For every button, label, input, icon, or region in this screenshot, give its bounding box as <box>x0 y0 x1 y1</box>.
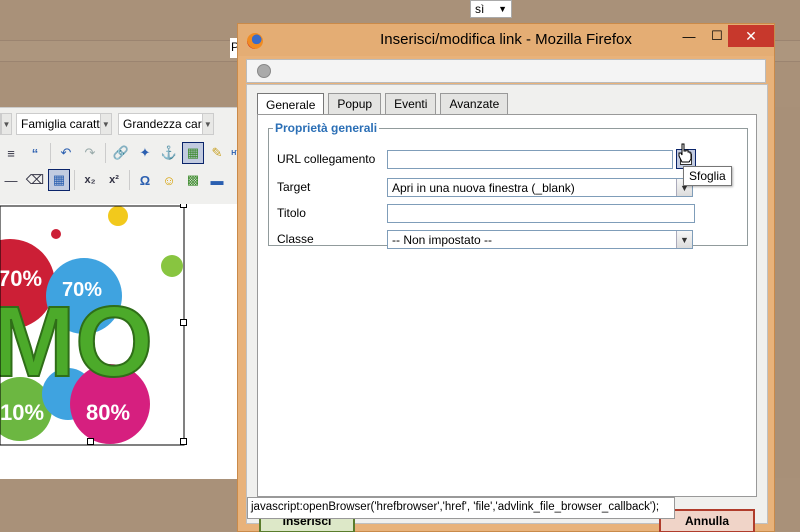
tab-bar: Generale Popup Eventi Avanzate <box>257 93 509 115</box>
class-label: Classe <box>277 232 314 246</box>
target-select-value: Apri in una nuova finestra (_blank) <box>392 180 575 195</box>
target-select[interactable]: Apri in una nuova finestra (_blank) ▼ <box>387 178 693 197</box>
minimize-button[interactable]: — <box>675 25 703 47</box>
cleanup-icon[interactable]: ✎ <box>206 142 228 164</box>
redo-icon[interactable]: ↷ <box>79 142 101 164</box>
tab-avanzate[interactable]: Avanzate <box>440 93 509 114</box>
firefox-icon <box>247 33 263 49</box>
toolbar-separator <box>50 143 51 163</box>
resize-handle[interactable] <box>87 438 94 445</box>
rich-text-editor: ▼ Famiglia caratt ▼ Grandezza car ▼ ≡ “ … <box>0 107 251 479</box>
anchor-icon[interactable]: ⚓ <box>158 142 180 164</box>
link-icon[interactable]: 🔗 <box>110 142 132 164</box>
general-properties-fieldset: Proprietà generali URL collegamento Targ… <box>268 121 748 249</box>
block-format-select[interactable]: ▼ <box>0 113 12 135</box>
font-family-label: Famiglia caratt <box>21 117 100 131</box>
font-size-select[interactable]: Grandezza car ▼ <box>118 113 214 135</box>
toolbar-separator <box>129 170 130 190</box>
emoticon-icon[interactable]: ☺ <box>158 169 180 191</box>
undo-icon[interactable]: ↶ <box>55 142 77 164</box>
general-properties-legend: Proprietà generali <box>275 121 378 135</box>
horizontal-rule-icon[interactable]: — <box>0 169 22 191</box>
target-label: Target <box>277 180 311 194</box>
editor-content-area[interactable]: 70% 70% MO 10% 80% <box>0 204 238 479</box>
window-title: Inserisci/modifica link - Mozilla Firefo… <box>380 31 632 48</box>
url-label: URL collegamento <box>277 152 376 166</box>
url-input[interactable] <box>387 150 673 169</box>
editor-toolbar-row-3: — ⌫ ▦ x₂ x² Ω ☺ ▩ ▬ <box>0 167 228 193</box>
chevron-down-icon: ▼ <box>498 4 507 14</box>
font-size-label: Grandezza car <box>123 117 202 131</box>
align-icon[interactable]: ≡ <box>0 142 22 164</box>
status-bar: javascript:openBrowser('hrefbrowser','hr… <box>247 497 675 519</box>
chevron-down-icon: ▼ <box>676 231 692 248</box>
title-input[interactable] <box>387 204 695 223</box>
tab-eventi[interactable]: Eventi <box>385 93 437 114</box>
resize-handle[interactable] <box>180 319 187 326</box>
editor-toolbar-row-2: ≡ “ ↶ ↷ 🔗 ✦ ⚓ ▦ ✎ HTML <box>0 140 252 166</box>
toolbar-separator <box>74 170 75 190</box>
blockquote-icon[interactable]: “ <box>24 142 46 164</box>
table-icon[interactable]: ▦ <box>48 169 70 191</box>
address-bar[interactable] <box>246 59 766 83</box>
eraser-icon[interactable]: ⌫ <box>24 169 46 191</box>
editor-toolbar-row-1: ▼ Famiglia caratt ▼ Grandezza car ▼ <box>0 111 214 137</box>
toolbar-separator <box>105 143 106 163</box>
superscript-icon[interactable]: x² <box>103 169 125 191</box>
chevron-down-icon: ▼ <box>99 114 111 134</box>
class-select-value: -- Non impostato -- <box>392 232 493 247</box>
promo-image[interactable]: 70% 70% MO 10% 80% <box>0 204 238 479</box>
dialog-content: Generale Popup Eventi Avanzate Proprietà… <box>246 84 768 532</box>
class-select[interactable]: -- Non impostato -- ▼ <box>387 230 693 249</box>
image-icon[interactable]: ▦ <box>182 142 204 164</box>
browse-tooltip: Sfoglia <box>683 166 732 186</box>
media-icon[interactable]: ▩ <box>182 169 204 191</box>
special-char-icon[interactable]: Ω <box>134 169 156 191</box>
maximize-button[interactable]: ☐ <box>703 25 731 47</box>
unlink-icon[interactable]: ✦ <box>134 142 156 164</box>
separator-icon[interactable]: ▬ <box>206 169 228 191</box>
chevron-down-icon: ▼ <box>201 114 213 134</box>
resize-handle[interactable] <box>180 204 187 208</box>
window-titlebar[interactable]: Inserisci/modifica link - Mozilla Firefo… <box>238 24 774 56</box>
subscript-icon[interactable]: x₂ <box>79 169 101 191</box>
title-label: Titolo <box>277 206 306 220</box>
chevron-down-icon: ▼ <box>1 114 11 134</box>
image-text-d: 10% <box>0 400 44 425</box>
language-select-value: sì <box>475 2 485 16</box>
resize-handle[interactable] <box>180 438 187 445</box>
font-family-select[interactable]: Famiglia caratt ▼ <box>16 113 112 135</box>
image-text-e: 80% <box>86 400 130 425</box>
tab-generale[interactable]: Generale <box>257 93 325 115</box>
language-select[interactable]: sì ▼ <box>470 0 512 18</box>
image-text-c: MO <box>0 286 153 398</box>
hand-cursor-icon <box>678 143 692 163</box>
close-button[interactable]: ✕ <box>728 25 774 47</box>
globe-icon <box>257 64 271 78</box>
tab-panel-generale: Proprietà generali URL collegamento Targ… <box>257 114 757 497</box>
link-dialog-window: Inserisci/modifica link - Mozilla Firefo… <box>237 23 775 532</box>
tab-popup[interactable]: Popup <box>328 93 382 114</box>
